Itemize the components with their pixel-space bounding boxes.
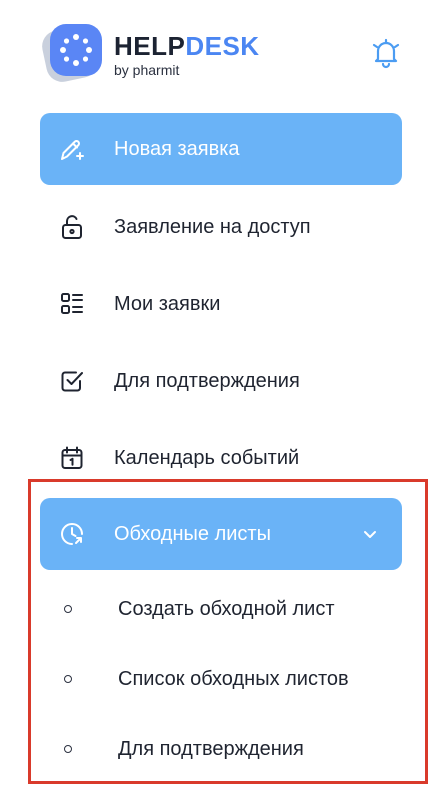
- bullet-icon: [64, 675, 72, 683]
- menu-item-access-request[interactable]: Заявление на доступ: [40, 191, 402, 263]
- brand-logo[interactable]: HELPDESK by pharmit: [114, 32, 260, 78]
- bullet-icon: [64, 605, 72, 613]
- brand-name: HELPDESK: [114, 31, 260, 61]
- submenu-item-label: Список обходных листов: [118, 667, 349, 690]
- menu-item-new-request[interactable]: Новая заявка: [40, 113, 402, 185]
- pencil-plus-icon: [58, 135, 86, 163]
- menu-item-my-requests[interactable]: Мои заявки: [40, 268, 402, 340]
- menu-item-bypass-sheets[interactable]: Обходные листы: [40, 498, 402, 570]
- submenu-item-label: Создать обходной лист: [118, 597, 335, 620]
- submenu-item-create-sheet[interactable]: Создать обходной лист: [40, 584, 402, 634]
- submenu-item-for-confirmation[interactable]: Для подтверждения: [40, 724, 402, 774]
- chevron-down-icon[interactable]: [360, 524, 380, 544]
- menu-item-label: Календарь событий: [114, 447, 300, 469]
- list-icon: [58, 290, 86, 318]
- menu-item-label: Заявление на доступ: [114, 216, 311, 238]
- unlock-icon: [58, 213, 86, 241]
- logo-icon[interactable]: [39, 22, 104, 85]
- submenu-item-sheet-list[interactable]: Список обходных листов: [40, 654, 402, 704]
- checkbox-icon: [58, 367, 86, 395]
- menu-item-label: Для подтверждения: [114, 370, 300, 392]
- menu-item-label: Мои заявки: [114, 293, 221, 315]
- menu-item-events-calendar[interactable]: Календарь событий: [40, 422, 402, 494]
- header: HELPDESK by pharmit: [0, 0, 438, 100]
- menu-item-label: Новая заявка: [114, 138, 240, 160]
- notifications-bell-icon[interactable]: [366, 32, 406, 72]
- brand-subtitle: by pharmit: [114, 62, 180, 78]
- calendar-icon: [58, 444, 86, 472]
- menu-item-for-confirmation[interactable]: Для подтверждения: [40, 345, 402, 417]
- menu-item-label: Обходные листы: [114, 523, 271, 545]
- submenu-item-label: Для подтверждения: [118, 737, 304, 760]
- clock-arrow-icon: [58, 520, 86, 548]
- bullet-icon: [64, 745, 72, 753]
